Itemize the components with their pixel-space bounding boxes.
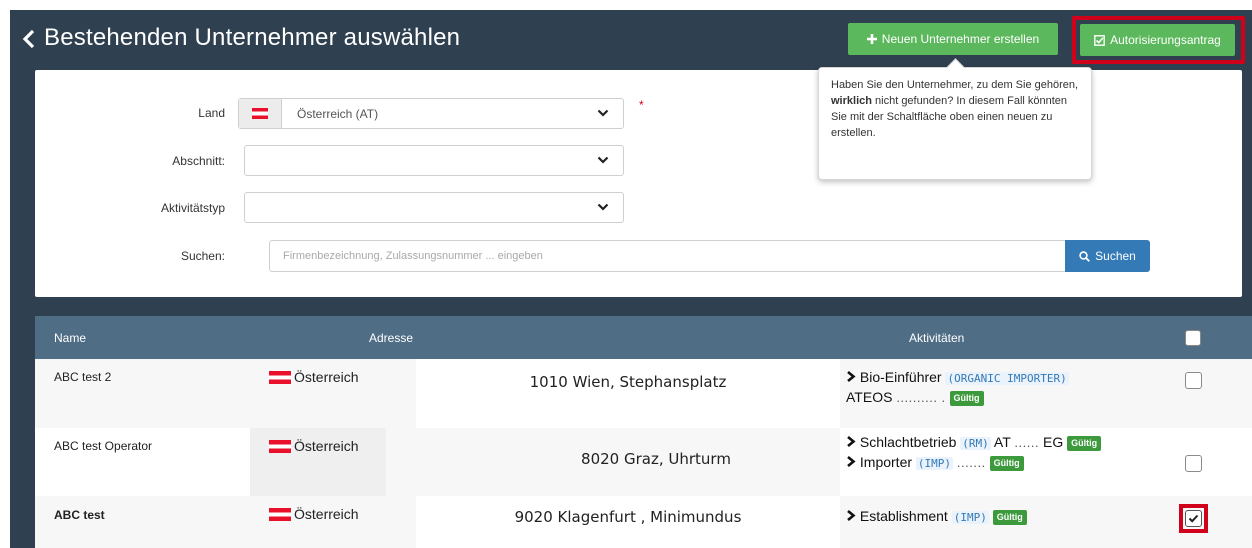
- title-bar: Bestehenden Unternehmer auswählen Neuen …: [10, 10, 1252, 68]
- activity-code: (IMP): [915, 457, 954, 470]
- abschnitt-label: Abschnitt:: [172, 154, 225, 168]
- select-all-checkbox[interactable]: [1185, 330, 1201, 346]
- table-header: Name Adresse Aktivitäten: [35, 316, 1252, 359]
- name-cell: ABC test 2: [35, 359, 250, 428]
- status-badge: Gültig: [989, 455, 1024, 471]
- page-title: Bestehenden Unternehmer auswählen: [44, 24, 461, 51]
- activity-label: Establishment: [859, 508, 948, 524]
- chevron-right-icon: [847, 370, 856, 383]
- address-cell: 1010 Wien, Stephansplatz: [416, 359, 840, 428]
- search-placeholder: Firmenbezeichnung, Zulassungsnummer ... …: [283, 250, 543, 262]
- reference-suffix: EG: [1042, 434, 1064, 450]
- country: Österreich: [269, 438, 359, 454]
- activities-cell: Bio-Einführer (ORGANIC IMPORTER) ATEOS .…: [840, 359, 1252, 428]
- results-table: Name Adresse Aktivitäten ABC test 2 Öste…: [35, 316, 1252, 548]
- tooltip-text-bold: wirklich: [831, 95, 872, 107]
- land-label: Land: [198, 106, 225, 120]
- tooltip-text-start: Haben Sie den Unternehmer, zu dem Sie ge…: [831, 79, 1079, 91]
- reference-number-masked: ......: [1014, 435, 1040, 450]
- address: 9020 Klagenfurt , Minimundus: [514, 508, 742, 526]
- country: Österreich: [269, 369, 359, 385]
- chevron-down-icon: [597, 109, 609, 117]
- aktivitaetstyp-select[interactable]: [244, 192, 624, 223]
- activity-label: Importer: [859, 454, 913, 470]
- chevron-right-icon: [847, 455, 856, 468]
- status-badge: Gültig: [992, 509, 1027, 525]
- status-badge: Gültig: [949, 390, 984, 406]
- name-cell: ABC test Operator: [35, 428, 250, 496]
- chevron-right-icon: [847, 435, 856, 448]
- address-cell: 9020 Klagenfurt , Minimundus: [416, 496, 840, 548]
- new-operator-button[interactable]: Neuen Unternehmer erstellen: [848, 23, 1058, 55]
- row-checkbox[interactable]: [1185, 455, 1202, 472]
- reference-number-masked: .......: [956, 455, 986, 470]
- highlight-selected-checkbox: [1179, 504, 1208, 533]
- name-cell: ABC test: [35, 496, 250, 548]
- address-cell: 8020 Graz, Uhrturm: [386, 428, 840, 496]
- search-button[interactable]: Suchen: [1065, 240, 1150, 272]
- country-name: Österreich: [294, 506, 359, 522]
- address: 1010 Wien, Stephansplatz: [529, 373, 727, 391]
- activity-label: Bio-Einführer: [859, 369, 942, 385]
- search-icon: [1079, 250, 1091, 262]
- status-badge: Gültig: [1067, 435, 1102, 451]
- search-button-label: Suchen: [1095, 249, 1136, 263]
- activity-code: (RM): [960, 437, 991, 450]
- country-name: Österreich: [294, 369, 359, 385]
- land-select-value: Österreich (AT): [297, 107, 379, 121]
- chevron-down-icon: [597, 203, 609, 211]
- operator-name: ABC test 2: [54, 370, 112, 384]
- operator-name: ABC test: [54, 508, 105, 522]
- austria-flag-icon: [269, 439, 291, 453]
- activity-code: (ORGANIC IMPORTER): [945, 372, 1069, 385]
- plus-icon: [866, 34, 877, 44]
- chevron-left-icon: [22, 29, 35, 49]
- austria-flag-icon: [269, 507, 291, 521]
- austria-flag-icon: [252, 108, 268, 119]
- table-row[interactable]: ABC test Operator Österreich 8020 Graz, …: [35, 428, 1252, 496]
- chevron-right-icon: [847, 509, 856, 522]
- search-input[interactable]: Firmenbezeichnung, Zulassungsnummer ... …: [269, 240, 1066, 272]
- country: Österreich: [269, 506, 359, 522]
- activity-reference: ATEOS .......... . Gültig: [846, 387, 984, 408]
- table-row[interactable]: ABC test Österreich 9020 Klagenfurt , Mi…: [35, 496, 1252, 548]
- land-select[interactable]: Österreich (AT): [238, 98, 624, 129]
- activity-label: Schlachtbetrieb: [859, 434, 957, 450]
- land-cell: Österreich: [250, 428, 386, 496]
- abschnitt-select[interactable]: [244, 145, 624, 176]
- operator-name: ABC test Operator: [54, 439, 153, 453]
- activity-code: (IMP): [951, 511, 989, 524]
- back-button[interactable]: [18, 27, 40, 51]
- app-frame: Bestehenden Unternehmer auswählen Neuen …: [10, 10, 1252, 548]
- help-tooltip: Haben Sie den Unternehmer, zu dem Sie ge…: [818, 58, 1092, 180]
- activity-line: Schlachtbetrieb (RM) AT ...... EG Gültig: [846, 432, 1102, 454]
- new-operator-label: Neuen Unternehmer erstellen: [881, 32, 1040, 46]
- activity-line: Bio-Einführer (ORGANIC IMPORTER): [846, 367, 1069, 389]
- country-name: Österreich: [294, 438, 359, 454]
- reference-number-masked: .......... .: [896, 390, 946, 405]
- chevron-down-icon: [597, 156, 609, 164]
- column-header-aktivitaeten[interactable]: Aktivitäten: [909, 331, 964, 345]
- austria-flag-icon: [269, 370, 291, 384]
- highlight-authorization-button: [1072, 16, 1245, 64]
- search-label: Suchen:: [180, 249, 225, 263]
- required-marker: *: [639, 98, 644, 112]
- table-row[interactable]: ABC test 2 Österreich 1010 Wien, Stephan…: [35, 359, 1252, 428]
- land-cell: Österreich: [250, 359, 416, 428]
- column-header-adresse[interactable]: Adresse: [369, 331, 413, 345]
- land-cell: Österreich: [250, 496, 416, 548]
- activity-line: Establishment (IMP) Gültig: [846, 506, 1027, 528]
- land-flag-box: [239, 99, 282, 128]
- activity-line: Importer (IMP) ....... Gültig: [846, 452, 1024, 474]
- reference-prefix: AT: [993, 434, 1011, 450]
- column-header-name[interactable]: Name: [54, 331, 86, 345]
- row-checkbox[interactable]: [1185, 372, 1202, 389]
- aktivitaetstyp-label: Aktivitätstyp: [160, 201, 225, 215]
- reference-prefix: ATEOS: [846, 389, 893, 405]
